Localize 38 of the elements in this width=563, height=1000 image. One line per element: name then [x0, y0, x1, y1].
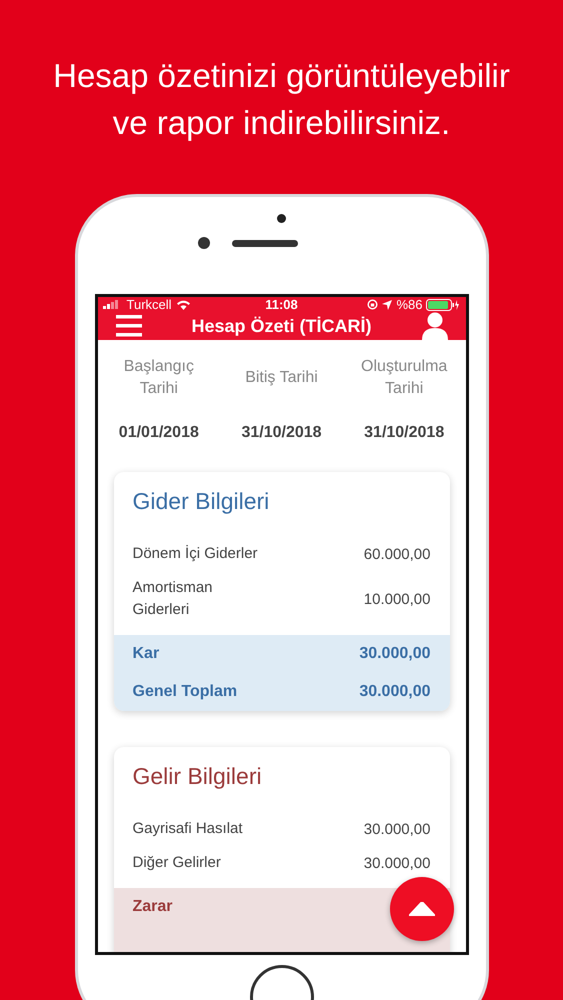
row-label: Amortisman Giderleri [132, 578, 214, 620]
card-title: Gelir Bilgileri [132, 762, 263, 791]
row-value: 30.000,00 [364, 854, 430, 872]
carrier-name: Turkcell [126, 297, 172, 312]
profile-button[interactable] [422, 312, 448, 340]
speaker-icon [232, 240, 298, 246]
row-value: 10.000,00 [364, 590, 430, 608]
date-value: 31/10/2018 [364, 424, 444, 442]
total-label: Zarar [132, 897, 173, 917]
camera-icon [198, 237, 210, 249]
clock-time: 11:08 [265, 297, 298, 312]
location-arrow-icon [382, 300, 392, 310]
battery-charging-icon [426, 298, 460, 310]
row-value: 60.000,00 [364, 546, 430, 562]
wifi-icon [176, 299, 191, 310]
date-label: Bitiş Tarihi [244, 368, 319, 388]
row-value: 30.000,00 [364, 820, 430, 838]
battery-percent: %86 [396, 297, 422, 312]
row-label: Dönem İçi Giderler [132, 544, 258, 564]
row-label: Gayrisafi Hasılat [132, 819, 243, 839]
date-value: 01/01/2018 [118, 424, 199, 442]
total-value: 30.000,00 [359, 645, 430, 663]
date-value: 31/10/2018 [241, 424, 322, 442]
date-label: Oluşturulma Tarihi [360, 357, 448, 399]
row-label: Diğer Gelirler [132, 853, 221, 873]
total-label: Kar [132, 644, 160, 664]
person-icon [422, 312, 448, 340]
sensor-icon [277, 214, 286, 223]
screen-title: Hesap Özeti (TİCARİ) [191, 316, 372, 336]
menu-button[interactable] [116, 315, 142, 337]
total-label: Genel Toplam [132, 682, 238, 702]
date-label: Başlangıç Tarihi [122, 357, 195, 399]
total-value: 30.000,00 [359, 683, 430, 701]
lock-rotation-icon [367, 299, 378, 310]
card-title: Gider Bilgileri [132, 487, 270, 516]
menu-icon [116, 315, 142, 337]
headline: Hesap özetinizi görüntüleyebilir ve rapor indirebilirsiniz. [52, 56, 511, 143]
caret-up-icon [408, 902, 434, 916]
